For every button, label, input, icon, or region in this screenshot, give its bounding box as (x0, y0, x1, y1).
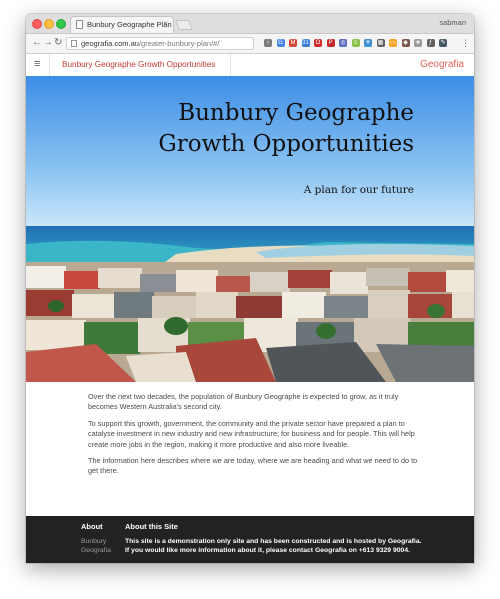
intro-paragraph: The information here describes where we … (88, 456, 418, 476)
hero-title: Bunbury Geographe Growth Opportunities (84, 98, 414, 160)
footer-about-site-heading: About this Site (125, 522, 178, 531)
snowflake-icon[interactable]: ✳ (364, 39, 372, 47)
forward-button[interactable]: → (43, 37, 53, 49)
url-host: geografia.com.au (81, 39, 139, 48)
site-title[interactable]: Bunbury Geographe Growth Opportunities (62, 60, 215, 69)
opera-icon[interactable]: O (314, 39, 322, 47)
footer-about-text: This site is a demonstration only site a… (125, 538, 422, 554)
reload-button[interactable]: ↻ (54, 37, 62, 49)
intro-content: Over the next two decades, the populatio… (88, 392, 420, 483)
hero-subtitle: A plan for our future (303, 184, 414, 196)
hero-banner: Bunbury Geographe Growth Opportunities A… (26, 76, 474, 382)
tab-close-icon[interactable]: × (163, 19, 168, 28)
pinterest-icon[interactable]: P (326, 39, 335, 47)
browser-tab[interactable]: Bunbury Geographe Plan × (70, 16, 174, 33)
window-maximize-button[interactable] (56, 19, 66, 29)
intro-paragraph: To support this growth, government, the … (88, 418, 415, 449)
profile-name[interactable]: sabman (439, 18, 466, 27)
hamburger-menu-icon[interactable]: ≡ (34, 58, 40, 70)
footer-link-bunbury[interactable]: Bunbury (81, 537, 106, 546)
site-header: ≡ Bunbury Geographe Growth Opportunities… (26, 54, 474, 77)
grid-icon[interactable]: ▦ (376, 39, 385, 47)
window-close-button[interactable] (32, 19, 42, 29)
gmail-icon[interactable]: M (289, 39, 297, 47)
header-divider (49, 54, 50, 76)
intro-paragraph: Over the next two decades, the populatio… (88, 392, 399, 412)
folder-icon[interactable]: ▭ (389, 39, 397, 47)
calendar-icon[interactable]: 31 (301, 39, 310, 47)
formula-icon[interactable]: ƒ (426, 39, 435, 47)
hero-title-line1: Bunbury Geographe (178, 100, 414, 126)
extension-icon[interactable]: ◎ (339, 39, 347, 47)
page-favicon-icon (76, 20, 83, 29)
chrome-menu-icon[interactable]: ⋮ (461, 37, 470, 49)
back-button[interactable]: ← (32, 37, 42, 49)
pen-icon[interactable]: ✎ (439, 39, 447, 47)
box-icon[interactable]: ◆ (401, 39, 410, 47)
window-minimize-button[interactable] (44, 19, 54, 29)
browser-window: Bunbury Geographe Plan × sabman ← → ↻ ge… (26, 14, 474, 563)
new-tab-button[interactable] (175, 20, 193, 30)
address-bar[interactable]: geografia.com.au/greater-bunbury-plan/#/ (66, 37, 254, 50)
url-text: geografia.com.au/greater-bunbury-plan/#/ (81, 39, 219, 48)
hero-title-line2: Growth Opportunities (158, 131, 414, 157)
geografia-logo[interactable]: Geografia (420, 59, 464, 70)
tab-title: Bunbury Geographe Plan (87, 20, 172, 29)
site-footer: About About this Site Bunbury Geografia … (26, 516, 474, 563)
header-divider (230, 54, 231, 76)
clip-icon[interactable]: c (351, 39, 360, 47)
title-bar: Bunbury Geographe Plan × sabman (26, 14, 474, 34)
page-icon (71, 40, 77, 47)
footer-about-heading: About (81, 522, 103, 531)
url-path: /greater-bunbury-plan/#/ (138, 39, 220, 48)
footer-link-geografia[interactable]: Geografia (81, 546, 111, 555)
browser-toolbar: ← → ↻ geografia.com.au/greater-bunbury-p… (26, 34, 474, 54)
translate-icon[interactable]: G (276, 39, 285, 47)
info-icon[interactable]: i (264, 39, 272, 47)
star-icon[interactable]: ★ (414, 39, 422, 47)
